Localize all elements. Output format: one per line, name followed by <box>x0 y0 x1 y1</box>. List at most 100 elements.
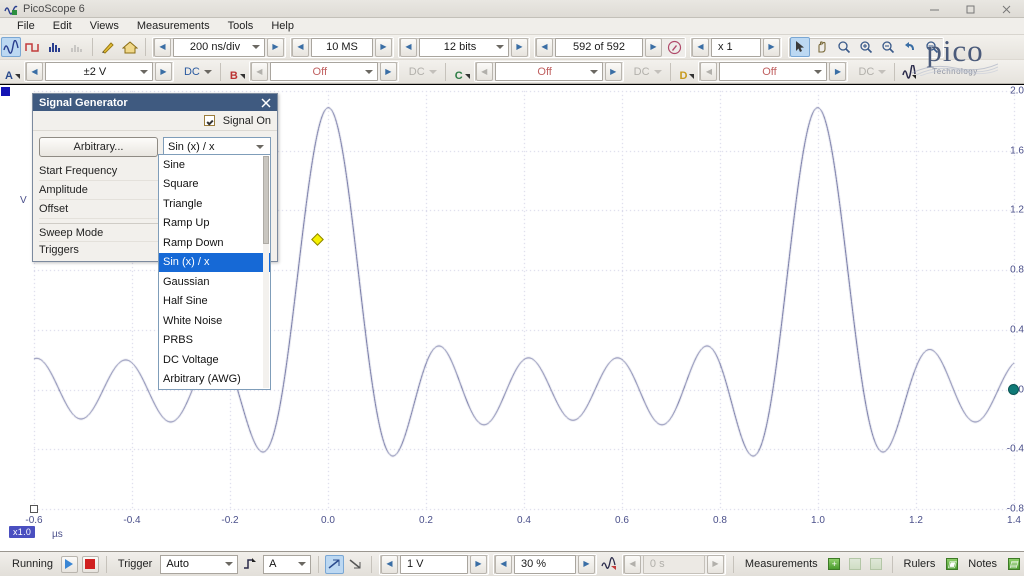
channel-a-button[interactable]: A <box>0 62 22 82</box>
close-icon[interactable] <box>259 96 273 110</box>
trigger-delay-next[interactable]: ▶ <box>707 555 724 574</box>
add-measurement-icon[interactable]: + <box>825 555 844 574</box>
channel-b-button[interactable]: B <box>225 62 247 82</box>
dropdown-option-ramp-up[interactable]: Ramp Up <box>159 214 270 234</box>
rising-edge-icon[interactable] <box>241 555 260 574</box>
compass-icon[interactable] <box>664 37 684 57</box>
notes-icon[interactable]: ▤ <box>1004 555 1023 574</box>
dropdown-option-arbitrary-awg[interactable]: Arbitrary (AWG) <box>159 370 270 390</box>
trigger-position-prev[interactable]: ◀ <box>495 555 512 574</box>
hand-tool-icon[interactable] <box>812 37 832 57</box>
spectrum-mode-icon[interactable] <box>45 37 65 57</box>
channel-a-coupling-combo[interactable]: DC <box>178 62 214 81</box>
channel-d-range-next[interactable]: ▶ <box>829 62 846 81</box>
stop-icon[interactable] <box>82 556 99 573</box>
waveform-next-button[interactable]: ▶ <box>645 38 662 57</box>
post-trigger-marker[interactable] <box>1008 384 1019 395</box>
resolution-combo[interactable]: 12 bits <box>419 38 509 57</box>
close-button[interactable] <box>988 0 1024 18</box>
dropdown-option-gaussian[interactable]: Gaussian <box>159 272 270 292</box>
trigger-mode-combo[interactable]: Auto <box>160 555 238 574</box>
samples-combo[interactable]: 10 MS <box>311 38 373 57</box>
trigger-source-combo[interactable]: A <box>263 555 311 574</box>
dropdown-option-sine[interactable]: Sine <box>159 155 270 175</box>
channel-c-range-combo[interactable]: Off <box>495 62 603 81</box>
dropdown-option-ramp-down[interactable]: Ramp Down <box>159 233 270 253</box>
home-icon[interactable] <box>120 37 140 57</box>
channel-b-range-prev[interactable]: ◀ <box>251 62 268 81</box>
dropdown-option-square[interactable]: Square <box>159 175 270 195</box>
scope-view[interactable]: V 2.01.61.20.80.40.0-0.4-0.8 -0.6-0.4-0.… <box>0 84 1024 552</box>
zoom-in-icon[interactable] <box>856 37 876 57</box>
trigger-falling-icon[interactable] <box>346 555 365 574</box>
maximize-button[interactable] <box>952 0 988 18</box>
channel-c-range-prev[interactable]: ◀ <box>476 62 493 81</box>
signal-generator-dialog[interactable]: Signal Generator Signal On Arbitrary... … <box>32 93 278 262</box>
channel-a-range-prev[interactable]: ◀ <box>26 62 43 81</box>
zoom-out-icon[interactable] <box>878 37 898 57</box>
trigger-level-next[interactable]: ▶ <box>470 555 487 574</box>
channel-separator-4 <box>894 63 895 81</box>
trigger-level-field[interactable]: 1 V <box>400 555 468 574</box>
delete-measurement-icon[interactable] <box>867 555 886 574</box>
waveform-index-field[interactable]: 592 of 592 <box>555 38 643 57</box>
timebase-offset-marker[interactable] <box>30 505 38 513</box>
dropdown-scrollbar[interactable] <box>263 156 269 388</box>
menu-edit[interactable]: Edit <box>44 19 81 33</box>
channel-d-range-combo[interactable]: Off <box>719 62 827 81</box>
zoom-factor-prev-button[interactable]: ◀ <box>692 38 709 57</box>
pointer-tool-icon[interactable] <box>790 37 810 57</box>
dropdown-option-half-sine[interactable]: Half Sine <box>159 292 270 312</box>
trigger-position-next[interactable]: ▶ <box>578 555 595 574</box>
zoom-factor-field[interactable]: x 1 <box>711 38 761 57</box>
zoom-factor-next-button[interactable]: ▶ <box>763 38 780 57</box>
chevron-down-icon[interactable] <box>252 139 268 155</box>
trigger-position-field[interactable]: 30 % <box>514 555 576 574</box>
signal-generator-icon[interactable] <box>98 37 118 57</box>
trigger-level-prev[interactable]: ◀ <box>381 555 398 574</box>
play-icon[interactable] <box>61 556 78 573</box>
samples-next-button[interactable]: ▶ <box>375 38 392 57</box>
channel-a-range-combo[interactable]: ±2 V <box>45 62 153 81</box>
channel-a-range-next[interactable]: ▶ <box>155 62 172 81</box>
channel-a-offset-marker[interactable] <box>1 87 10 96</box>
menu-help[interactable]: Help <box>262 19 303 33</box>
channel-d-range-prev[interactable]: ◀ <box>700 62 717 81</box>
timebase-prev-button[interactable]: ◀ <box>154 38 171 57</box>
menu-tools[interactable]: Tools <box>219 19 263 33</box>
dropdown-option-dc-voltage[interactable]: DC Voltage <box>159 350 270 370</box>
timebase-combo[interactable]: 200 ns/div <box>173 38 265 57</box>
dropdown-option-triangle[interactable]: Triangle <box>159 194 270 214</box>
channel-c-button[interactable]: C <box>450 62 472 82</box>
signal-on-checkbox[interactable] <box>204 115 215 126</box>
trigger-delay-field[interactable]: 0 s <box>643 555 705 574</box>
edit-measurement-icon[interactable] <box>846 555 865 574</box>
channel-b-range-next[interactable]: ▶ <box>380 62 397 81</box>
dropdown-option-sin-x-x[interactable]: Sin (x) / x <box>159 253 270 273</box>
channel-b-range-combo[interactable]: Off <box>270 62 378 81</box>
y-tick-0: 2.0 <box>994 86 1024 97</box>
status-separator-4 <box>733 556 734 573</box>
rulers-icon[interactable]: ▣ <box>942 555 961 574</box>
dropdown-option-prbs[interactable]: PRBS <box>159 331 270 351</box>
waveform-prev-button[interactable]: ◀ <box>536 38 553 57</box>
menu-views[interactable]: Views <box>81 19 128 33</box>
waveform-dropdown-list[interactable]: SineSquareTriangleRamp UpRamp DownSin (x… <box>158 154 271 390</box>
channel-d-button[interactable]: D <box>675 62 697 82</box>
scope-mode-icon[interactable] <box>1 37 21 57</box>
resolution-next-button[interactable]: ▶ <box>511 38 528 57</box>
menu-measurements[interactable]: Measurements <box>128 19 219 33</box>
zoom-tool-icon[interactable] <box>834 37 854 57</box>
trigger-rising-icon[interactable] <box>325 555 344 574</box>
channel-c-range-next[interactable]: ▶ <box>605 62 622 81</box>
arbitrary-button[interactable]: Arbitrary... <box>39 137 158 157</box>
timebase-next-button[interactable]: ▶ <box>267 38 284 57</box>
menu-file[interactable]: File <box>8 19 44 33</box>
trigger-delay-prev[interactable]: ◀ <box>624 555 641 574</box>
samples-prev-button[interactable]: ◀ <box>292 38 309 57</box>
square-wave-icon[interactable] <box>23 37 43 57</box>
dropdown-option-white-noise[interactable]: White Noise <box>159 311 270 331</box>
minimize-button[interactable] <box>916 0 952 18</box>
resolution-prev-button[interactable]: ◀ <box>400 38 417 57</box>
advanced-trigger-icon[interactable] <box>600 555 619 574</box>
